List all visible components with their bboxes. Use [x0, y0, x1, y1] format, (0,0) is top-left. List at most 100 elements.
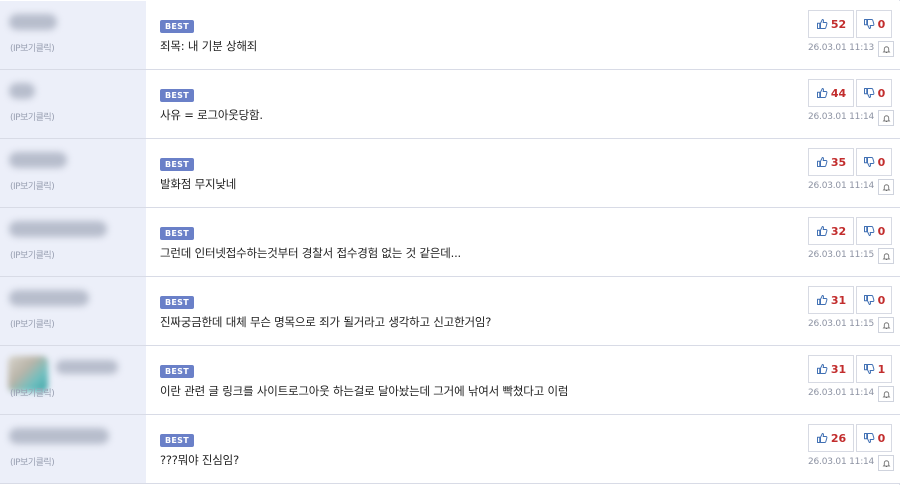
- comment-body: BEST 이란 관련 글 링크를 사이트로그아웃 하는걸로 달아놨는데 그거에 …: [146, 346, 900, 414]
- best-badge: BEST: [160, 20, 194, 33]
- comment-author[interactable]: (IP보기클릭): [0, 208, 146, 276]
- comment-date: 26.03.01 11:15: [808, 250, 875, 260]
- best-badge: BEST: [160, 296, 194, 309]
- report-button[interactable]: [878, 317, 894, 333]
- downvote-button[interactable]: 0: [856, 148, 892, 176]
- blurred-nickname[interactable]: [9, 83, 35, 99]
- comment-meta: 52 0 26.03.01 11:13: [808, 10, 894, 64]
- comment-author[interactable]: (IP보기클릭): [0, 70, 146, 138]
- downvote-count: 0: [877, 224, 886, 238]
- comment-row: (IP보기클릭) BEST 그런데 인터넷접수하는것부터 경찰서 접수경험 없는…: [0, 208, 900, 277]
- comment-meta: 44 0 26.03.01 11:14: [808, 79, 894, 133]
- comment-body: BEST 진짜궁금한데 대체 무슨 명목으로 죄가 될거라고 생각하고 신고한거…: [146, 277, 900, 345]
- upvote-count: 44: [830, 86, 847, 100]
- blurred-nickname[interactable]: [9, 152, 67, 168]
- comment-date: 26.03.01 11:14: [808, 457, 875, 467]
- upvote-count: 52: [830, 17, 847, 31]
- comment-meta: 31 1 26.03.01 11:14: [808, 355, 894, 409]
- upvote-count: 31: [830, 293, 847, 307]
- downvote-count: 0: [877, 293, 886, 307]
- comment-date: 26.03.01 11:14: [808, 181, 875, 191]
- best-badge: BEST: [160, 434, 194, 447]
- bell-icon: [882, 390, 890, 398]
- blurred-nickname[interactable]: [9, 221, 107, 237]
- blurred-nickname[interactable]: [9, 428, 109, 444]
- thumbs-up-icon: [816, 364, 828, 374]
- downvote-count: 0: [877, 431, 886, 445]
- downvote-button[interactable]: 0: [856, 10, 892, 38]
- comment-body: BEST 그런데 인터넷접수하는것부터 경찰서 접수경험 없는 것 같은데...…: [146, 208, 900, 276]
- comment-author[interactable]: (IP보기클릭): [0, 346, 146, 414]
- ip-view-link[interactable]: (IP보기클릭): [10, 317, 55, 330]
- thumbs-up-icon: [816, 226, 828, 236]
- comment-date: 26.03.01 11:14: [808, 112, 875, 122]
- downvote-button[interactable]: 0: [856, 424, 892, 452]
- upvote-button[interactable]: 26: [808, 424, 854, 452]
- comment-author[interactable]: (IP보기클릭): [0, 1, 146, 69]
- downvote-button[interactable]: 1: [856, 355, 892, 383]
- upvote-count: 31: [830, 362, 847, 376]
- downvote-button[interactable]: 0: [856, 79, 892, 107]
- upvote-button[interactable]: 31: [808, 286, 854, 314]
- report-button[interactable]: [878, 386, 894, 402]
- upvote-button[interactable]: 35: [808, 148, 854, 176]
- ip-view-link[interactable]: (IP보기클릭): [10, 110, 55, 123]
- thumbs-down-icon: [863, 433, 875, 443]
- upvote-button[interactable]: 32: [808, 217, 854, 245]
- comment-row: (IP보기클릭) BEST 죄목: 내 기분 상해죄 52 0 26.03.01…: [0, 1, 900, 70]
- upvote-count: 35: [830, 155, 847, 169]
- comment-text: 사유 = 로그아웃당함.: [160, 108, 263, 122]
- ip-view-link[interactable]: (IP보기클릭): [10, 179, 55, 192]
- comment-meta: 32 0 26.03.01 11:15: [808, 217, 894, 271]
- comment-author[interactable]: (IP보기클릭): [0, 139, 146, 207]
- comment-text: ???뭐야 진심임?: [160, 453, 239, 467]
- upvote-button[interactable]: 31: [808, 355, 854, 383]
- best-badge: BEST: [160, 227, 194, 240]
- ip-view-link[interactable]: (IP보기클릭): [10, 455, 55, 468]
- comment-date: 26.03.01 11:14: [808, 388, 875, 398]
- comment-body: BEST ???뭐야 진심임? 26 0 26.03.01 11:14: [146, 415, 900, 483]
- comment-text: 그런데 인터넷접수하는것부터 경찰서 접수경험 없는 것 같은데...: [160, 246, 461, 260]
- ip-view-link[interactable]: (IP보기클릭): [10, 41, 55, 54]
- blurred-nickname[interactable]: [56, 360, 118, 374]
- comment-meta: 26 0 26.03.01 11:14: [808, 424, 894, 478]
- downvote-count: 0: [877, 86, 886, 100]
- downvote-count: 0: [877, 17, 886, 31]
- thumbs-up-icon: [816, 157, 828, 167]
- bell-icon: [882, 321, 890, 329]
- report-button[interactable]: [878, 110, 894, 126]
- report-button[interactable]: [878, 248, 894, 264]
- report-button[interactable]: [878, 41, 894, 57]
- comment-author[interactable]: (IP보기클릭): [0, 415, 146, 483]
- thumbs-down-icon: [863, 88, 875, 98]
- downvote-count: 0: [877, 155, 886, 169]
- downvote-count: 1: [877, 362, 886, 376]
- blurred-nickname[interactable]: [9, 14, 57, 30]
- upvote-button[interactable]: 52: [808, 10, 854, 38]
- comment-text: 죄목: 내 기분 상해죄: [160, 39, 258, 53]
- comment-list: (IP보기클릭) BEST 죄목: 내 기분 상해죄 52 0 26.03.01…: [0, 0, 900, 485]
- downvote-button[interactable]: 0: [856, 286, 892, 314]
- comment-row: (IP보기클릭) BEST 이란 관련 글 링크를 사이트로그아웃 하는걸로 달…: [0, 346, 900, 415]
- thumbs-down-icon: [863, 157, 875, 167]
- comment-author[interactable]: (IP보기클릭): [0, 277, 146, 345]
- upvote-count: 32: [830, 224, 847, 238]
- bell-icon: [882, 252, 890, 260]
- thumbs-up-icon: [816, 295, 828, 305]
- upvote-button[interactable]: 44: [808, 79, 854, 107]
- blurred-nickname[interactable]: [9, 290, 89, 306]
- best-badge: BEST: [160, 89, 194, 102]
- comment-row: (IP보기클릭) BEST 진짜궁금한데 대체 무슨 명목으로 죄가 될거라고 …: [0, 277, 900, 346]
- report-button[interactable]: [878, 455, 894, 471]
- upvote-count: 26: [830, 431, 847, 445]
- ip-view-link[interactable]: (IP보기클릭): [10, 248, 55, 261]
- downvote-button[interactable]: 0: [856, 217, 892, 245]
- thumbs-down-icon: [863, 226, 875, 236]
- comment-date: 26.03.01 11:13: [808, 43, 875, 53]
- comment-body: BEST 사유 = 로그아웃당함. 44 0 26.03.01 11:14: [146, 70, 900, 138]
- best-badge: BEST: [160, 365, 194, 378]
- ip-view-link[interactable]: (IP보기클릭): [10, 386, 55, 399]
- thumbs-down-icon: [863, 19, 875, 29]
- bell-icon: [882, 45, 890, 53]
- report-button[interactable]: [878, 179, 894, 195]
